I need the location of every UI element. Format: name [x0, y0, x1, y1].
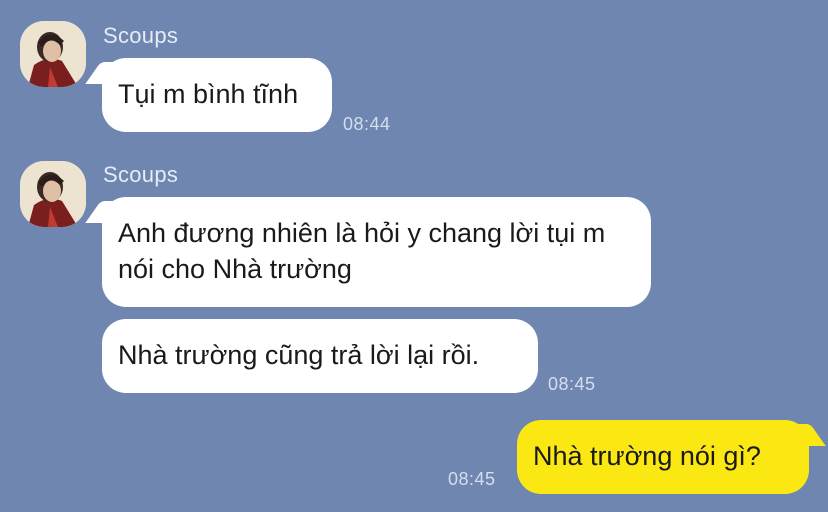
message-time: 08:45 [448, 469, 496, 489]
sender-name: Scoups [103, 23, 179, 48]
sender-name: Scoups [103, 162, 179, 187]
message-text: Nhà trường cũng trả lời lại rồi. [118, 340, 480, 370]
message-text: Anh đương nhiên là hỏi y chang lời tụi m… [118, 218, 606, 284]
message-bubble[interactable]: Tụi m bình tĩnh [102, 58, 332, 132]
avatar[interactable] [20, 161, 86, 227]
message-text: Nhà trường nói gì? [533, 441, 761, 471]
message-bubble[interactable]: Nhà trường cũng trả lời lại rồi. [102, 319, 538, 393]
message-bubble[interactable]: Anh đương nhiên là hỏi y chang lời tụi m… [102, 197, 651, 307]
message-time: 08:44 [343, 114, 391, 134]
avatar-photo-icon [20, 21, 86, 87]
message-time: 08:45 [548, 374, 596, 394]
message-text: Tụi m bình tĩnh [118, 79, 299, 109]
avatar-photo-icon [20, 161, 86, 227]
outgoing-message-bubble[interactable]: Nhà trường nói gì? [517, 420, 809, 494]
avatar[interactable] [20, 21, 86, 87]
